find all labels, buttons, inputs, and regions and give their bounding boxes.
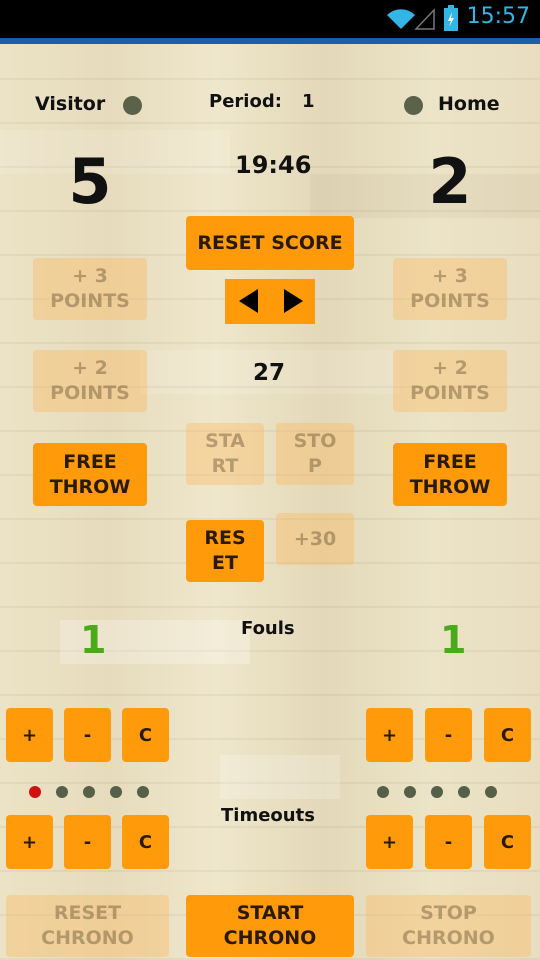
home-free-throw-button[interactable]: FREE THROW (393, 443, 507, 506)
battery-charging-icon (444, 5, 458, 31)
button-line: STOP (420, 902, 477, 924)
button-line: THROW (409, 475, 491, 498)
home-plus2-button[interactable]: + 2 POINTS (393, 350, 507, 412)
wifi-icon (387, 9, 415, 30)
button-line: STO (293, 430, 337, 452)
action-bar-divider (0, 38, 540, 44)
reset-chrono-button[interactable]: RESET CHRONO (6, 895, 169, 957)
button-line: START (236, 902, 304, 924)
status-time: 15:57 (466, 4, 530, 29)
button-line: THROW (49, 475, 131, 498)
wood-plank (220, 755, 340, 799)
period-label: Period: (209, 91, 282, 112)
visitor-plus3-button[interactable]: + 3 POINTS (33, 258, 147, 320)
visitor-foul-minus-button[interactable]: - (64, 708, 111, 762)
timeout-available-dot (83, 786, 95, 798)
home-fouls-count: 1 (440, 618, 467, 662)
visitor-timeout-plus-button[interactable]: + (6, 815, 53, 869)
timeout-available-dot (431, 786, 443, 798)
timeout-available-dot (377, 786, 389, 798)
timeouts-label: Timeouts (221, 805, 315, 826)
timeout-available-dot (458, 786, 470, 798)
home-foul-clear-button[interactable]: C (484, 708, 531, 762)
button-line: ET (212, 552, 238, 574)
button-line: CHRONO (402, 927, 495, 949)
home-possession-indicator[interactable] (404, 96, 423, 115)
timeout-used-dot (29, 786, 41, 798)
home-plus3-button[interactable]: + 3 POINTS (393, 258, 507, 320)
fouls-label: Fouls (241, 618, 295, 639)
start-chrono-button[interactable]: START CHRONO (186, 895, 354, 957)
visitor-timeout-minus-button[interactable]: - (64, 815, 111, 869)
button-line: + 2 (432, 357, 468, 379)
visitor-foul-plus-button[interactable]: + (6, 708, 53, 762)
visitor-possession-indicator[interactable] (123, 96, 142, 115)
visitor-plus2-button[interactable]: + 2 POINTS (33, 350, 147, 412)
button-line: + 3 (432, 265, 468, 287)
visitor-foul-clear-button[interactable]: C (122, 708, 169, 762)
button-line: CHRONO (223, 927, 317, 949)
timeout-available-dot (137, 786, 149, 798)
visitor-free-throw-button[interactable]: FREE THROW (33, 443, 147, 506)
period-next-icon[interactable] (270, 279, 315, 324)
shot-clock-plus30-button[interactable]: +30 (276, 513, 354, 565)
visitor-timeout-clear-button[interactable]: C (122, 815, 169, 869)
period-value[interactable]: 1 (302, 91, 315, 112)
shot-clock-reset-button[interactable]: RES ET (186, 520, 264, 582)
shot-clock-start-button[interactable]: STA RT (186, 423, 264, 485)
home-label: Home (438, 93, 500, 115)
timeout-available-dot (56, 786, 68, 798)
home-score: 2 (428, 145, 472, 218)
button-line: POINTS (410, 290, 490, 312)
button-line: RES (204, 527, 246, 549)
visitor-label: Visitor (35, 93, 106, 115)
signal-icon (414, 8, 435, 30)
button-line: + 3 (72, 265, 108, 287)
status-bar: 15:57 (0, 0, 540, 38)
button-line: POINTS (50, 382, 130, 404)
button-line: FREE (63, 450, 117, 473)
game-clock: 19:46 (235, 151, 312, 179)
button-line: P (308, 455, 322, 477)
timeout-available-dot (404, 786, 416, 798)
button-line: RT (211, 455, 239, 477)
home-foul-minus-button[interactable]: - (425, 708, 472, 762)
button-line: + 2 (72, 357, 108, 379)
stop-chrono-button[interactable]: STOP CHRONO (366, 895, 531, 957)
shot-clock-stop-button[interactable]: STO P (276, 423, 354, 485)
button-line: RESET (53, 902, 122, 924)
timeout-available-dot (485, 786, 497, 798)
button-line: CHRONO (41, 927, 134, 949)
home-foul-plus-button[interactable]: + (366, 708, 413, 762)
timeout-available-dot (110, 786, 122, 798)
button-line: POINTS (50, 290, 130, 312)
button-line: FREE (423, 450, 477, 473)
visitor-score: 5 (68, 145, 112, 218)
button-line: POINTS (410, 382, 490, 404)
reset-score-button[interactable]: RESET SCORE (186, 216, 354, 270)
home-timeout-plus-button[interactable]: + (366, 815, 413, 869)
home-timeout-minus-button[interactable]: - (425, 815, 472, 869)
visitor-fouls-count: 1 (80, 618, 107, 662)
shot-clock: 27 (253, 360, 286, 386)
home-timeout-clear-button[interactable]: C (484, 815, 531, 869)
button-line: STA (205, 430, 245, 452)
